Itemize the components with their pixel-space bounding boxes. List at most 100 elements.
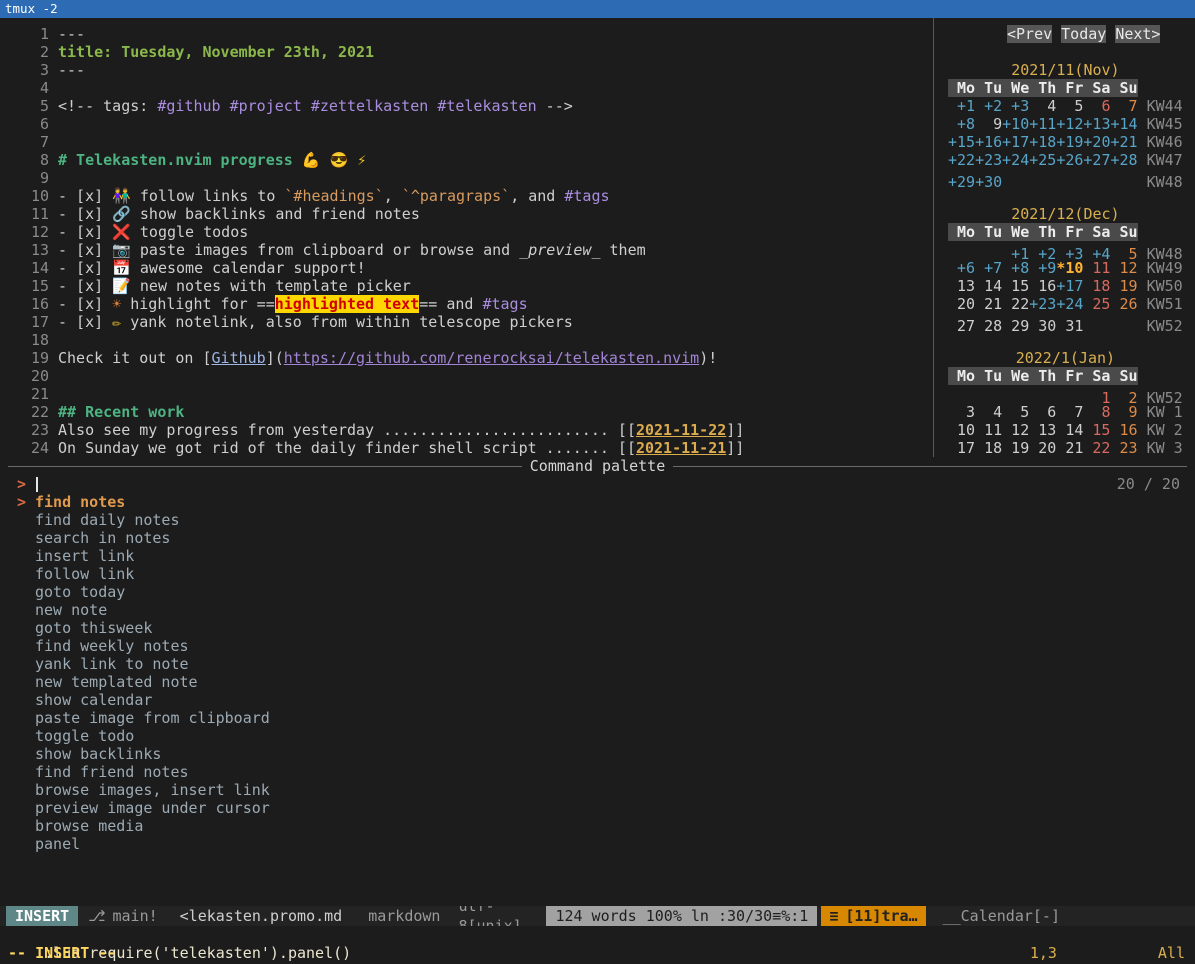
- palette-item[interactable]: follow link: [0, 565, 1195, 583]
- window-titlebar[interactable]: tmux -2: [0, 0, 1195, 18]
- calendar-day[interactable]: 11: [975, 421, 1002, 439]
- calendar-day[interactable]: +2: [975, 97, 1002, 115]
- editor-line[interactable]: 16- [x] ☀ highlight for ==highlighted te…: [8, 295, 933, 313]
- palette-item[interactable]: goto today: [0, 583, 1195, 601]
- calendar-day[interactable]: +17: [1002, 133, 1029, 151]
- calendar-day[interactable]: +16: [975, 133, 1002, 151]
- editor-line[interactable]: 1---: [8, 25, 933, 43]
- note-link[interactable]: 2021-11-22: [636, 421, 726, 439]
- calendar-day[interactable]: +9: [1029, 259, 1056, 277]
- calendar-day[interactable]: +24: [1056, 295, 1083, 313]
- calendar-day[interactable]: 14: [975, 277, 1002, 295]
- calendar-day[interactable]: +7: [975, 259, 1002, 277]
- calendar-day[interactable]: 28: [975, 317, 1002, 335]
- calendar-day[interactable]: 20: [948, 295, 975, 313]
- calendar-day[interactable]: 6: [1083, 97, 1110, 115]
- palette-item[interactable]: find friend notes: [0, 763, 1195, 781]
- calendar-next-button[interactable]: Next>: [1115, 25, 1160, 43]
- calendar-day[interactable]: 22: [1083, 439, 1110, 457]
- calendar-day[interactable]: 13: [1029, 421, 1056, 439]
- calendar-day[interactable]: 26: [1110, 295, 1137, 313]
- calendar-day[interactable]: 16: [1110, 421, 1137, 439]
- calendar-day[interactable]: 19: [1110, 277, 1137, 295]
- calendar-day[interactable]: 18: [1083, 277, 1110, 295]
- calendar-day[interactable]: 11: [1083, 259, 1110, 277]
- calendar-day[interactable]: +8: [948, 115, 975, 133]
- editor-line[interactable]: 14- [x] 📅 awesome calendar support!: [8, 259, 933, 277]
- calendar-day[interactable]: 31: [1056, 317, 1083, 335]
- markdown-link[interactable]: Github: [212, 349, 266, 367]
- calendar-day[interactable]: 9: [975, 115, 1002, 133]
- palette-item[interactable]: preview image under cursor: [0, 799, 1195, 817]
- calendar-day[interactable]: +15: [948, 133, 975, 151]
- calendar-day[interactable]: +13: [1083, 115, 1110, 133]
- palette-item[interactable]: toggle todo: [0, 727, 1195, 745]
- editor-line[interactable]: 19Check it out on [Github](https://githu…: [8, 349, 933, 367]
- editor-line[interactable]: 2title: Tuesday, November 23th, 2021: [8, 43, 933, 61]
- link-url[interactable]: https://github.com/renerocksai/telekaste…: [284, 349, 699, 367]
- calendar-day[interactable]: +3: [1002, 97, 1029, 115]
- palette-item[interactable]: paste image from clipboard: [0, 709, 1195, 727]
- palette-item[interactable]: find daily notes: [0, 511, 1195, 529]
- calendar-day[interactable]: +24: [1002, 151, 1029, 169]
- editor-line[interactable]: 3---: [8, 61, 933, 79]
- calendar-day[interactable]: 13: [948, 277, 975, 295]
- calendar-day[interactable]: 15: [1083, 421, 1110, 439]
- palette-item[interactable]: yank link to note: [0, 655, 1195, 673]
- calendar-day[interactable]: 8: [1083, 403, 1110, 421]
- editor-line[interactable]: 21: [8, 385, 933, 403]
- calendar-day[interactable]: 10: [948, 421, 975, 439]
- palette-item[interactable]: panel: [0, 835, 1195, 853]
- palette-item[interactable]: find weekly notes: [0, 637, 1195, 655]
- editor-line[interactable]: 4: [8, 79, 933, 97]
- calendar-day[interactable]: 29: [1002, 317, 1029, 335]
- calendar-day[interactable]: +28: [1110, 151, 1137, 169]
- calendar-day[interactable]: 6: [1029, 403, 1056, 421]
- calendar-day[interactable]: +12: [1056, 115, 1083, 133]
- palette-item[interactable]: insert link: [0, 547, 1195, 565]
- calendar-day[interactable]: +20: [1083, 133, 1110, 151]
- calendar-day[interactable]: +6: [948, 259, 975, 277]
- palette-item[interactable]: show calendar: [0, 691, 1195, 709]
- palette-item[interactable]: browse media: [0, 817, 1195, 835]
- editor-line[interactable]: 13- [x] 📷 paste images from clipboard or…: [8, 241, 933, 259]
- calendar-day[interactable]: +22: [948, 151, 975, 169]
- calendar-day[interactable]: 27: [948, 317, 975, 335]
- palette-item[interactable]: search in notes: [0, 529, 1195, 547]
- editor-line[interactable]: 9: [8, 169, 933, 187]
- note-link[interactable]: 2021-11-21: [636, 439, 726, 457]
- calendar-day[interactable]: +23: [975, 151, 1002, 169]
- editor-line[interactable]: 22## Recent work: [8, 403, 933, 421]
- calendar-day[interactable]: +21: [1110, 133, 1137, 151]
- calendar-day[interactable]: 7: [1110, 97, 1137, 115]
- calendar-day[interactable]: +29: [948, 173, 975, 191]
- palette-item[interactable]: goto thisweek: [0, 619, 1195, 637]
- calendar-day[interactable]: 14: [1056, 421, 1083, 439]
- calendar-day[interactable]: +18: [1029, 133, 1056, 151]
- editor-line[interactable]: 20: [8, 367, 933, 385]
- calendar-day[interactable]: 15: [1002, 277, 1029, 295]
- editor-line[interactable]: 23Also see my progress from yesterday ..…: [8, 421, 933, 439]
- calendar-day[interactable]: +11: [1029, 115, 1056, 133]
- calendar-day[interactable]: +26: [1056, 151, 1083, 169]
- calendar-day[interactable]: 20: [1029, 439, 1056, 457]
- editor-line[interactable]: 11- [x] 🔗 show backlinks and friend note…: [8, 205, 933, 223]
- editor-line[interactable]: 24On Sunday we got rid of the daily find…: [8, 439, 933, 457]
- calendar-day[interactable]: 23: [1110, 439, 1137, 457]
- calendar-today-button[interactable]: Today: [1061, 25, 1106, 43]
- calendar-day[interactable]: 17: [948, 439, 975, 457]
- calendar-day[interactable]: 7: [1056, 403, 1083, 421]
- calendar-day[interactable]: 16: [1029, 277, 1056, 295]
- editor-line[interactable]: 7: [8, 133, 933, 151]
- calendar-day[interactable]: +14: [1110, 115, 1137, 133]
- editor-line[interactable]: 15- [x] 📝 new notes with template picker: [8, 277, 933, 295]
- editor-line[interactable]: 8# Telekasten.nvim progress 💪 😎 ⚡: [8, 151, 933, 169]
- calendar-day-today[interactable]: *10: [1056, 259, 1083, 277]
- palette-item[interactable]: browse images, insert link: [0, 781, 1195, 799]
- calendar-day[interactable]: +23: [1029, 295, 1056, 313]
- editor-line[interactable]: 10- [x] 👫 follow links to `#headings`, `…: [8, 187, 933, 205]
- calendar-day[interactable]: +30: [975, 173, 1002, 191]
- calendar-day[interactable]: 4: [1029, 97, 1056, 115]
- editor-line[interactable]: 6: [8, 115, 933, 133]
- calendar-day[interactable]: 4: [975, 403, 1002, 421]
